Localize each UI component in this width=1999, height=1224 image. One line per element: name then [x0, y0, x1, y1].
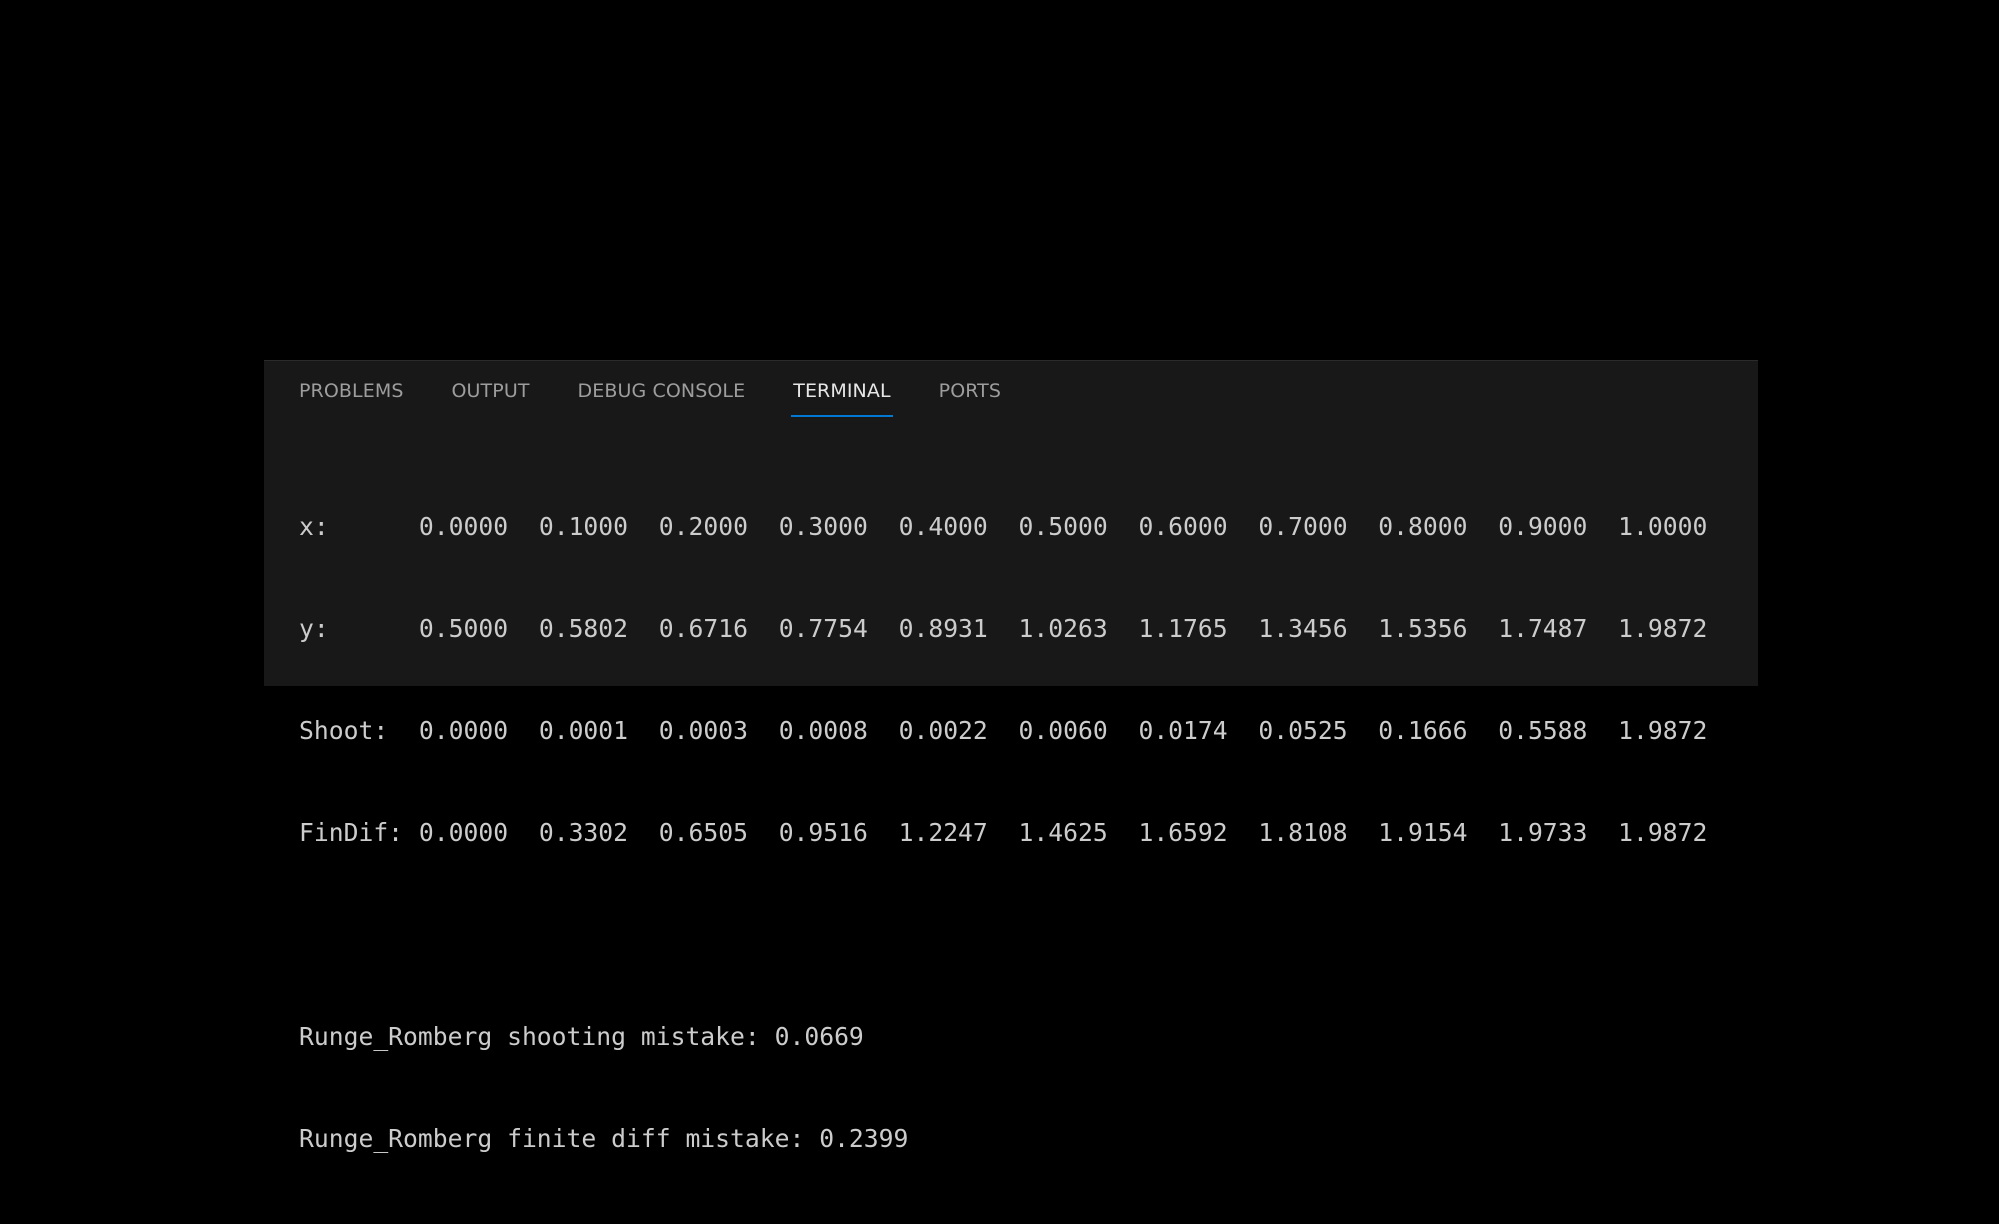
table-cell: 1.3456 — [1258, 614, 1348, 643]
table-cell: 1.9154 — [1378, 818, 1468, 847]
table-cell: 1.9733 — [1498, 818, 1588, 847]
row-label: y: — [299, 614, 329, 643]
table-cell: 0.5000 — [418, 614, 509, 643]
table-cell: 1.7487 — [1498, 614, 1588, 643]
table-cell: 0.7000 — [1258, 512, 1348, 541]
table-cell: 1.8108 — [1258, 818, 1348, 847]
tab-debug-console[interactable]: DEBUG CONSOLE — [578, 361, 746, 421]
table-cell: 1.1765 — [1138, 614, 1228, 643]
table-cell: 1.9872 — [1618, 614, 1708, 643]
table-cell: 0.0174 — [1138, 716, 1228, 745]
table-cell: 1.6592 — [1138, 818, 1228, 847]
table-cell: 0.6505 — [658, 818, 748, 847]
terminal-row-findif: FinDif: 0.0000 0.3302 0.6505 0.9516 1.22… — [299, 816, 1738, 850]
terminal-row-shoot: Shoot: 0.0000 0.0001 0.0003 0.0008 0.002… — [299, 714, 1738, 748]
table-cell: 0.5588 — [1498, 716, 1588, 745]
bottom-panel: PROBLEMS OUTPUT DEBUG CONSOLE TERMINAL P… — [264, 360, 1758, 1153]
table-cell: 1.4625 — [1018, 818, 1108, 847]
terminal-row-x: x: 0.0000 0.1000 0.2000 0.3000 0.4000 0.… — [299, 510, 1738, 544]
table-cell: 1.0263 — [1018, 614, 1108, 643]
table-cell: 0.6000 — [1138, 512, 1228, 541]
row-label: FinDif: — [299, 818, 404, 847]
table-cell: 0.0000 — [418, 512, 509, 541]
table-cell: 0.7754 — [778, 614, 868, 643]
table-cell: 0.3302 — [538, 818, 629, 847]
table-cell: 0.0000 — [418, 818, 509, 847]
panel-tab-bar: PROBLEMS OUTPUT DEBUG CONSOLE TERMINAL P… — [299, 361, 1049, 421]
table-cell: 1.9872 — [1618, 716, 1708, 745]
table-cell: 1.2247 — [898, 818, 988, 847]
table-cell: 1.9872 — [1618, 818, 1708, 847]
table-cell: 0.5802 — [538, 614, 629, 643]
row-label: Shoot: — [299, 716, 389, 745]
tab-ports[interactable]: PORTS — [939, 361, 1001, 421]
table-cell: 0.2000 — [658, 512, 748, 541]
table-cell: 0.9516 — [778, 818, 868, 847]
table-cell: 0.0008 — [778, 716, 868, 745]
table-cell: 0.1666 — [1378, 716, 1468, 745]
table-cell: 0.3000 — [778, 512, 868, 541]
table-cell: 0.0003 — [658, 716, 748, 745]
tab-terminal[interactable]: TERMINAL — [791, 361, 894, 421]
tab-problems[interactable]: PROBLEMS — [299, 361, 404, 421]
table-cell: 1.5356 — [1378, 614, 1468, 643]
row-label: x: — [299, 512, 329, 541]
finite-diff-mistake-line: Runge_Romberg finite diff mistake: 0.239… — [299, 1124, 909, 1153]
table-cell: 0.0060 — [1018, 716, 1108, 745]
table-cell: 0.0525 — [1258, 716, 1348, 745]
table-cell: 0.0000 — [418, 716, 509, 745]
table-cell: 0.6716 — [658, 614, 748, 643]
table-cell: 0.5000 — [1018, 512, 1108, 541]
terminal-output[interactable]: x: 0.0000 0.1000 0.2000 0.3000 0.4000 0.… — [299, 442, 1738, 1153]
table-cell: 0.0001 — [538, 716, 629, 745]
terminal-row-y: y: 0.5000 0.5802 0.6716 0.7754 0.8931 1.… — [299, 612, 1738, 646]
table-cell: 0.8000 — [1378, 512, 1468, 541]
tab-output[interactable]: OUTPUT — [452, 361, 530, 421]
table-cell: 1.0000 — [1618, 512, 1708, 541]
shooting-mistake-line: Runge_Romberg shooting mistake: 0.0669 — [299, 1022, 864, 1051]
table-cell: 0.4000 — [898, 512, 988, 541]
table-cell: 0.0022 — [898, 716, 988, 745]
table-cell: 0.1000 — [538, 512, 629, 541]
table-cell: 0.8931 — [898, 614, 988, 643]
table-cell: 0.9000 — [1498, 512, 1588, 541]
